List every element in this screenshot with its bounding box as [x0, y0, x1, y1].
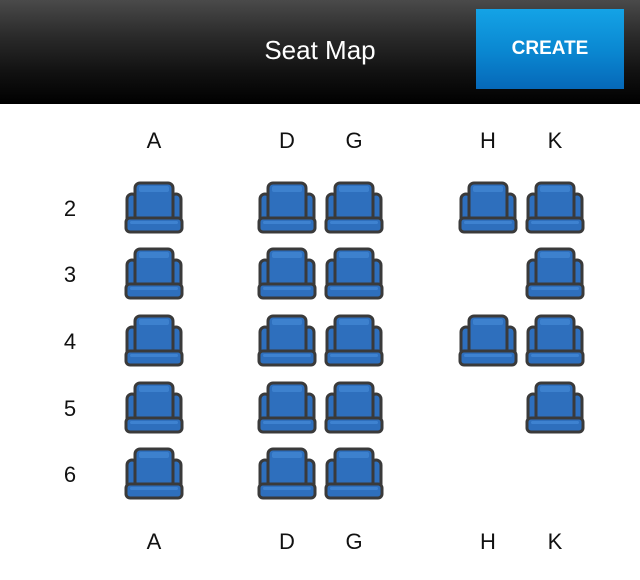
header-bar: Seat Map CREATE — [0, 0, 640, 104]
seat-icon — [324, 181, 384, 234]
seat-icon — [525, 314, 585, 367]
seat-2G[interactable] — [322, 180, 386, 236]
seat-icon — [124, 181, 184, 234]
column-label-bottom: K — [547, 529, 563, 554]
column-label-bottom: G — [345, 529, 363, 554]
seat-icon — [257, 181, 317, 234]
seat-icon — [458, 314, 518, 367]
seat-4A[interactable] — [122, 313, 186, 369]
seat-3A[interactable] — [122, 246, 186, 302]
column-label-top: G — [345, 128, 363, 153]
seat-icon — [324, 381, 384, 434]
seat-icon — [257, 381, 317, 434]
seat-3G[interactable] — [322, 246, 386, 302]
row-label: 5 — [63, 396, 77, 421]
seat-icon — [124, 381, 184, 434]
row-label: 3 — [63, 262, 77, 287]
column-label-top: A — [146, 128, 162, 153]
seat-2H[interactable] — [456, 180, 520, 236]
seat-icon — [324, 314, 384, 367]
seat-map-screen: Seat Map CREATE A D G H K 2 3 4 5 6 A D … — [0, 0, 640, 580]
seat-icon — [124, 314, 184, 367]
column-label-bottom: A — [146, 529, 162, 554]
seat-icon — [324, 447, 384, 500]
seat-5K[interactable] — [523, 380, 587, 436]
seat-icon — [324, 247, 384, 300]
seat-5G[interactable] — [322, 380, 386, 436]
column-label-top: K — [547, 128, 563, 153]
seat-3K[interactable] — [523, 246, 587, 302]
seat-icon — [257, 314, 317, 367]
column-label-top: H — [480, 128, 496, 153]
seat-2K[interactable] — [523, 180, 587, 236]
seat-4G[interactable] — [322, 313, 386, 369]
seat-2A[interactable] — [122, 180, 186, 236]
seat-4K[interactable] — [523, 313, 587, 369]
seat-2D[interactable] — [255, 180, 319, 236]
row-label: 4 — [63, 329, 77, 354]
seat-5D[interactable] — [255, 380, 319, 436]
seat-icon — [124, 247, 184, 300]
seat-3D[interactable] — [255, 246, 319, 302]
seat-6A[interactable] — [122, 446, 186, 502]
seat-icon — [525, 181, 585, 234]
column-label-top: D — [279, 128, 295, 153]
seat-4H[interactable] — [456, 313, 520, 369]
create-button[interactable]: CREATE — [476, 9, 624, 89]
seat-icon — [124, 447, 184, 500]
row-label: 6 — [63, 462, 77, 487]
seat-icon — [257, 447, 317, 500]
seat-icon — [458, 181, 518, 234]
seat-6G[interactable] — [322, 446, 386, 502]
seat-5A[interactable] — [122, 380, 186, 436]
seat-4D[interactable] — [255, 313, 319, 369]
column-label-bottom: H — [480, 529, 496, 554]
seat-icon — [525, 381, 585, 434]
column-label-bottom: D — [279, 529, 295, 554]
seat-icon — [525, 247, 585, 300]
row-label: 2 — [63, 196, 77, 221]
seat-6D[interactable] — [255, 446, 319, 502]
seat-icon — [257, 247, 317, 300]
